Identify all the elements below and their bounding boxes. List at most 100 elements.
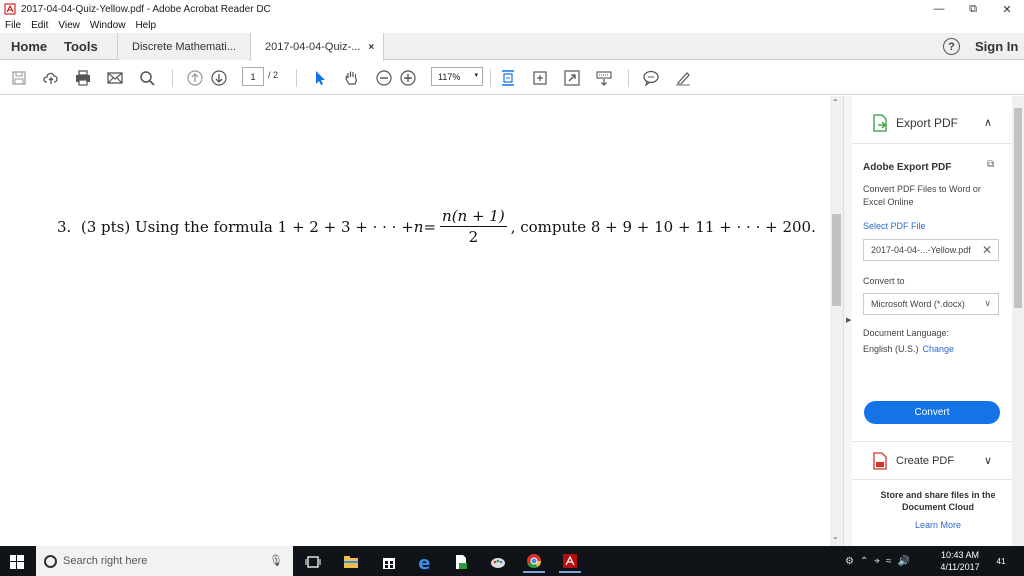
show-hidden-icons[interactable]: ⌃ — [860, 556, 868, 567]
chevron-down-icon[interactable]: ∨ — [984, 454, 992, 467]
convert-to-value: Microsoft Word (*.docx) — [871, 299, 965, 309]
keyboard-scroll-icon[interactable] — [594, 68, 614, 88]
toolbar — [0, 61, 1024, 95]
sign-in-link[interactable]: Sign In — [975, 39, 1018, 54]
print-icon[interactable] — [73, 68, 93, 88]
page-total: / 2 — [268, 70, 279, 80]
close-button[interactable]: ✕ — [990, 0, 1024, 18]
toolbar-separator — [172, 69, 173, 87]
updates-icon[interactable]: ⚙ — [845, 556, 854, 567]
previous-page-icon[interactable] — [185, 68, 205, 88]
menu-window[interactable]: Window — [90, 20, 126, 31]
title-bar: 2017-04-04-Quiz-Yellow.pdf - Adobe Acrob… — [0, 0, 1024, 18]
wifi-icon[interactable]: ≈ — [886, 556, 892, 567]
toolbar-separator — [628, 69, 629, 87]
scrollbar-thumb[interactable] — [1014, 108, 1022, 308]
document-language-value: English (U.S.) Change — [863, 344, 954, 354]
volume-icon[interactable]: 🔊 — [898, 556, 910, 567]
comment-icon[interactable] — [641, 68, 661, 88]
chevron-down-icon: ▾ — [474, 72, 478, 79]
document-view[interactable] — [0, 96, 830, 546]
system-tray: ⚙ ⌃ ⌖ ≈ 🔊 — [845, 546, 916, 576]
acrobat-taskbar-icon[interactable] — [559, 551, 581, 573]
save-icon[interactable] — [9, 68, 29, 88]
convert-button[interactable]: Convert — [864, 401, 1000, 424]
taskbar: Search right here 🎙 e ⚙ ⌃ ⌖ ≈ 🔊 10:43 AM… — [0, 546, 1024, 576]
full-screen-icon[interactable] — [562, 68, 582, 88]
scroll-down-icon[interactable]: ⌄ — [832, 532, 839, 541]
microphone-icon[interactable]: 🎙 — [269, 554, 283, 567]
next-page-icon[interactable] — [209, 68, 229, 88]
copy-icon[interactable]: ⧉ — [987, 159, 994, 170]
clock-date: 4/11/2017 — [940, 562, 980, 572]
edge-browser-icon[interactable]: e — [414, 551, 436, 573]
create-pdf-header[interactable]: Create PDF — [872, 452, 954, 470]
action-center-icon[interactable]: 41 — [992, 552, 1010, 570]
minimize-button[interactable]: — — [922, 0, 956, 18]
convert-to-label: Convert to — [863, 276, 905, 286]
zoom-select[interactable]: 117% ▾ — [431, 67, 483, 86]
menu-view[interactable]: View — [58, 20, 80, 31]
menu-bar: File Edit View Window Help — [0, 18, 1024, 33]
tools-pane-scrollbar[interactable] — [1012, 96, 1024, 546]
formula-fraction: n(n + 1) 2 — [440, 207, 507, 246]
fraction-numerator: n(n + 1) — [440, 207, 507, 227]
create-pdf-title: Create PDF — [896, 455, 955, 467]
taskbar-search-box[interactable]: Search right here 🎙 — [36, 546, 293, 576]
export-pdf-title: Export PDF — [896, 116, 959, 130]
help-icon[interactable]: ? — [943, 38, 960, 55]
zoom-out-icon[interactable] — [374, 68, 394, 88]
formula-lhs: 1 + 2 + 3 + · · · + — [277, 217, 414, 236]
zoom-in-icon[interactable] — [398, 68, 418, 88]
store-icon[interactable] — [378, 551, 400, 573]
clear-file-icon[interactable]: ✕ — [982, 243, 992, 257]
right-pane-toggle[interactable]: ▶ — [843, 96, 852, 546]
document-scrollbar[interactable]: ⌃ ⌄ — [830, 96, 843, 546]
windows-start-icon[interactable] — [10, 555, 24, 569]
select-pdf-file-link[interactable]: Select PDF File — [863, 221, 926, 231]
hand-tool-icon[interactable] — [342, 68, 362, 88]
search-icon[interactable] — [137, 68, 157, 88]
problem-3: 3. (3 pts) Using the formula 1 + 2 + 3 +… — [57, 207, 816, 246]
tab-home[interactable]: Home — [11, 33, 47, 60]
scroll-up-icon[interactable]: ⌃ — [832, 98, 839, 107]
fit-page-icon[interactable] — [498, 68, 518, 88]
chrome-icon[interactable] — [523, 551, 545, 573]
rotate-view-icon[interactable] — [530, 68, 550, 88]
tab-quiz-yellow[interactable]: 2017-04-04-Quiz-... × — [250, 33, 384, 61]
learn-more-link[interactable]: Learn More — [868, 520, 1008, 530]
maximize-button[interactable]: ⧉ — [956, 0, 990, 18]
formula-n: n — [413, 217, 424, 236]
document-cloud-text: Store and share files in the Document Cl… — [880, 490, 996, 512]
email-icon[interactable] — [105, 68, 125, 88]
menu-help[interactable]: Help — [135, 20, 156, 31]
divider — [852, 143, 1012, 144]
convert-to-select[interactable]: Microsoft Word (*.docx) ∨ — [863, 293, 999, 315]
tab-discrete-math[interactable]: Discrete Mathemati... — [117, 33, 249, 60]
acrobat-app-icon — [4, 3, 16, 15]
toolbar-separator — [490, 69, 491, 87]
divider — [852, 441, 1012, 442]
cloud-upload-icon[interactable] — [41, 68, 61, 88]
network-icon[interactable]: ⌖ — [874, 556, 880, 567]
selected-file-field[interactable]: 2017-04-04-...-Yellow.pdf ✕ — [863, 239, 999, 261]
menu-file[interactable]: File — [5, 20, 21, 31]
highlight-pen-icon[interactable] — [673, 68, 693, 88]
scrollbar-thumb[interactable] — [832, 214, 841, 306]
file-explorer-icon[interactable] — [340, 551, 362, 573]
selected-file-name: 2017-04-04-...-Yellow.pdf — [871, 245, 971, 255]
file-manager-icon[interactable] — [450, 551, 472, 573]
chevron-up-icon[interactable]: ∧ — [984, 116, 992, 129]
select-cursor-icon[interactable] — [310, 68, 330, 88]
problem-points: (3 pts) — [80, 217, 131, 236]
change-language-link[interactable]: Change — [923, 344, 955, 354]
menu-edit[interactable]: Edit — [31, 20, 48, 31]
page-number-input[interactable]: 1 — [242, 67, 264, 86]
export-pdf-header[interactable]: Export PDF — [872, 114, 958, 132]
task-view-icon[interactable] — [302, 551, 324, 573]
tab-tools[interactable]: Tools — [64, 33, 98, 60]
taskbar-clock[interactable]: 10:43 AM 4/11/2017 — [935, 549, 985, 573]
svg-text:e: e — [418, 553, 430, 571]
tab-close-icon[interactable]: × — [368, 42, 374, 53]
paint-app-icon[interactable] — [487, 551, 509, 573]
